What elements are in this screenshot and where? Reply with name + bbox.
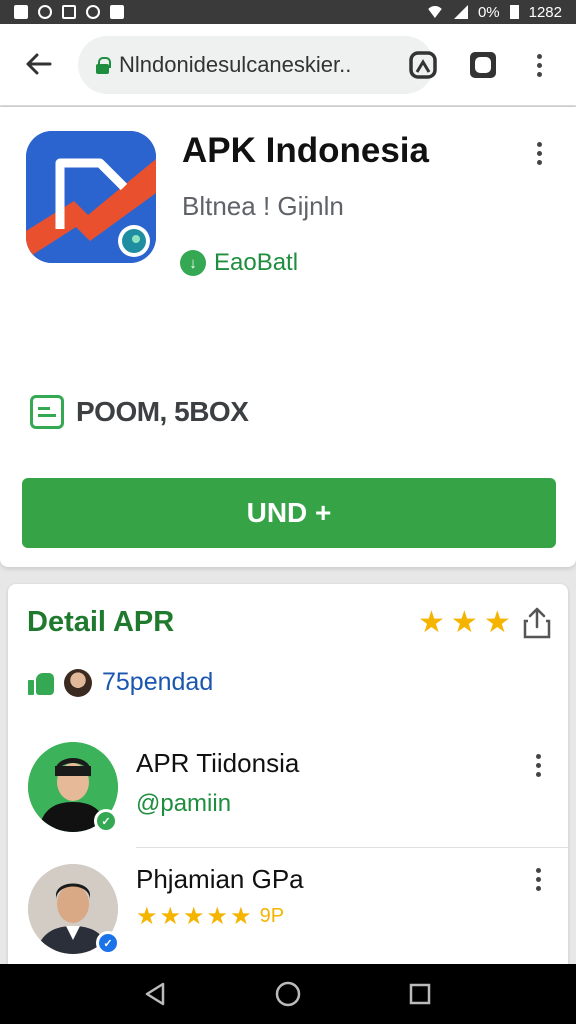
circle-icon [86, 5, 100, 19]
thumbs-up-icon [28, 671, 54, 695]
star-icon: ★ [183, 903, 205, 930]
detail-title: Detail APR [27, 606, 175, 638]
triangle-back-icon [145, 982, 165, 1006]
wifi-icon [425, 6, 444, 18]
app-menu-button[interactable] [526, 137, 552, 169]
share-button[interactable] [522, 606, 552, 640]
size-info: POOM, 5BOX [30, 395, 249, 429]
item-name: Phjamian GPa [136, 864, 304, 894]
app-card: APK Indonesia Bltnea ! Gijnln ↓ EaoBatl … [0, 107, 576, 567]
star-icon: ★ [159, 903, 182, 930]
item-menu-button[interactable] [528, 750, 548, 780]
detail-rating: ★ ★ ★ [418, 608, 511, 638]
avatar [64, 668, 92, 697]
tab-icon [409, 51, 437, 79]
likes-row[interactable]: 75pendad [28, 668, 213, 697]
item-name: APR Tiidonsia [136, 748, 300, 778]
item-menu-button[interactable] [528, 864, 548, 894]
item-rating: ★ ★ ★ ★ ★ 9P [136, 902, 284, 931]
verified-badge: ↓ EaoBatl [180, 249, 298, 277]
status-notifications [14, 5, 124, 19]
tabs-button[interactable] [406, 48, 440, 82]
more-vert-icon [535, 867, 541, 891]
signal-icon [453, 5, 468, 19]
app-icon[interactable] [26, 131, 156, 263]
more-vert-icon [536, 141, 542, 165]
likes-count: 75pendad [102, 668, 214, 696]
nav-home-button[interactable] [268, 974, 308, 1014]
battery-icon [509, 5, 519, 19]
nav-back-button[interactable] [136, 974, 176, 1014]
divider [136, 847, 568, 848]
verified-label: EaoBatl [214, 249, 299, 276]
nav-recents-button[interactable] [400, 974, 440, 1014]
star-icon: ★ [418, 606, 445, 639]
star-icon: ★ [230, 903, 252, 930]
share-icon [523, 607, 551, 639]
verified-icon: ✓ [96, 931, 120, 955]
back-button[interactable] [18, 46, 58, 82]
more-vert-icon [535, 753, 541, 777]
star-icon: ★ [206, 903, 229, 930]
url-text: Nlndonidesulcaneskier.. [119, 52, 352, 77]
status-bar: 0% 1282 [0, 0, 576, 24]
install-button[interactable]: UND + [22, 478, 556, 548]
list-item[interactable]: ✓ APR Tiidonsia @pamiin [8, 734, 568, 852]
file-size-icon [30, 395, 64, 429]
lock-icon [96, 56, 111, 74]
back-arrow-icon [26, 53, 52, 75]
star-icon: ★ [483, 606, 511, 639]
browser-toolbar: Nlndonidesulcaneskier.. [0, 24, 576, 106]
detail-card: Detail APR ★ ★ ★ 75pendad ✓ APR Tiidonsi… [8, 584, 568, 974]
system-nav-bar [0, 964, 576, 1024]
app-name: APK Indonesia [182, 131, 429, 170]
more-vert-icon [536, 53, 542, 77]
download-check-icon: ↓ [180, 250, 206, 276]
app-notification-icon [110, 5, 124, 19]
square-recents-icon [409, 983, 431, 1005]
clock: 1282 [528, 3, 562, 21]
notification-icon [14, 5, 28, 19]
app-developer[interactable]: Bltnea ! Gijnln [182, 191, 344, 222]
size-label: POOM, 5BOX [76, 396, 249, 427]
page-action-button[interactable] [466, 48, 500, 82]
status-system: 0% 1282 [425, 3, 562, 21]
image-icon [62, 5, 76, 19]
address-bar[interactable]: Nlndonidesulcaneskier.. [78, 36, 434, 94]
battery-percent: 0% [477, 3, 500, 21]
app-logo-icon [26, 131, 156, 263]
circle-home-icon [275, 981, 301, 1007]
star-icon: ★ [450, 606, 478, 639]
browser-menu-button[interactable] [522, 48, 556, 82]
rating-value: 9P [259, 905, 285, 927]
verified-icon: ✓ [94, 809, 118, 833]
star-icon: ★ [136, 903, 158, 930]
square-icon [470, 52, 496, 78]
item-handle: @pamiin [136, 790, 232, 817]
sync-icon [38, 5, 52, 19]
list-item[interactable]: ✓ Phjamian GPa ★ ★ ★ ★ ★ 9P [8, 856, 568, 974]
